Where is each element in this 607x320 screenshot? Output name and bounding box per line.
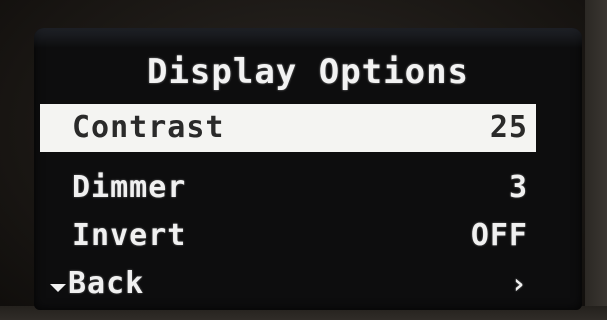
menu-item-label: Back — [68, 266, 145, 301]
triangle-down-icon — [50, 284, 66, 292]
menu-item-back[interactable]: Back › — [40, 260, 536, 308]
menu-item-contrast[interactable]: Contrast 25 — [40, 104, 536, 152]
menu-item-value: OFF — [470, 218, 528, 253]
menu-item-dimmer[interactable]: Dimmer 3 — [40, 164, 536, 212]
chevron-right-icon: › — [510, 267, 528, 300]
screen-glare — [34, 28, 582, 48]
menu-item-label: Contrast — [72, 110, 225, 145]
menu-item-invert[interactable]: Invert OFF — [40, 212, 536, 260]
bezel-edge-right — [585, 0, 607, 320]
menu-title: Display Options — [146, 52, 470, 92]
menu-item-value: 25 — [489, 110, 528, 145]
menu-item-value: 3 — [508, 170, 528, 205]
menu-item-label: Dimmer — [72, 170, 187, 205]
menu-item-label: Invert — [72, 218, 187, 253]
lcd-screen: Display Options Contrast 25 Dimmer 3 Inv… — [34, 28, 582, 310]
